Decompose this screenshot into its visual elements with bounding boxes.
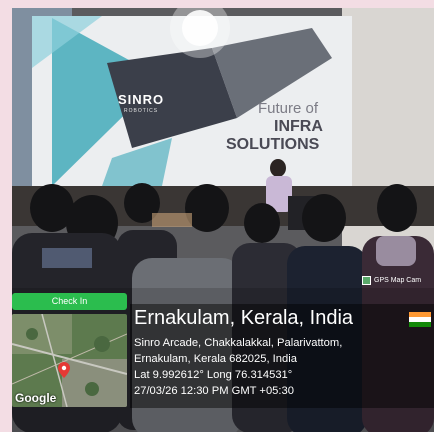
address-line-2: Ernakulam, Kerala 682025, India [134,353,297,365]
gps-app-badge: GPS Map Cam [362,276,421,285]
google-logo: Google [15,391,57,405]
check-in-button[interactable]: Check In [12,293,127,310]
city-title: Ernakulam, Kerala, India [134,307,354,329]
slide-heading-line1: Future of [258,100,319,117]
location-info-panel: Ernakulam, Kerala, India Sinro Arcade, C… [130,304,434,408]
event-photo: SINRO ROBOTICS Future of INFRA SOLUTIONS… [12,8,434,432]
slide-brand-text: SINRO [118,92,165,107]
address-line-1: Sinro Arcade, Chakkalakkal, Palarivattom… [134,337,343,349]
slide-brand-subtext: ROBOTICS [124,108,159,114]
slide-heading-line3: SOLUTIONS [226,136,320,153]
coordinates-text: Lat 9.992612° Long 76.314531° [134,369,293,381]
india-flag-icon [409,312,431,327]
location-mini-map: Google [12,314,127,407]
slide-heading-line2: INFRA [274,118,323,135]
gps-camera-icon [362,276,371,285]
gps-app-name: GPS Map Cam [374,277,422,284]
datetime-text: 27/03/26 12:30 PM GMT +05:30 [134,385,294,397]
location-pin-icon [58,362,70,378]
